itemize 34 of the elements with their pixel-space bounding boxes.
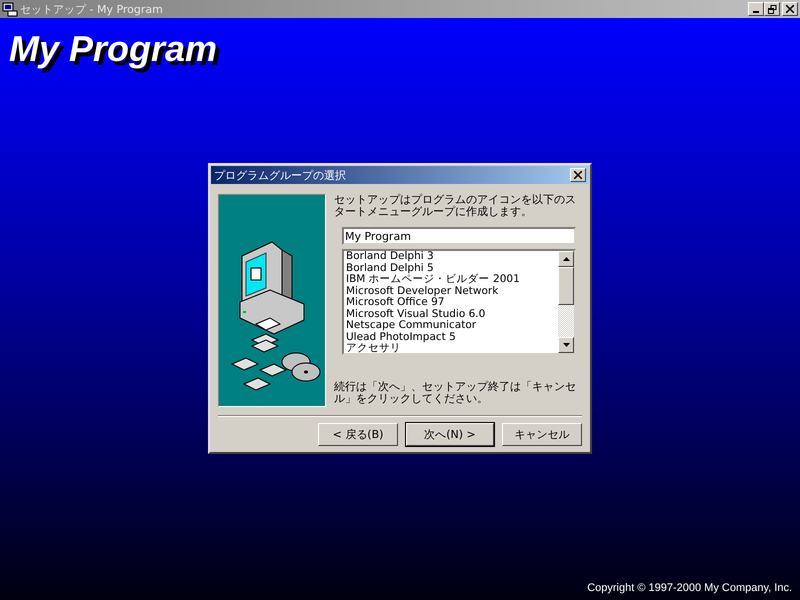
dialog-button[interactable]: < 戻る(B): [318, 423, 398, 446]
scroll-up-button[interactable]: [558, 251, 574, 267]
dialog-button[interactable]: 次へ(N) >: [406, 423, 494, 446]
restore-icon: [768, 4, 776, 14]
list-item[interactable]: Netscape Communicator: [346, 320, 558, 332]
computer-setup-icon: [2, 1, 18, 17]
scroll-down-button[interactable]: [558, 337, 574, 353]
down-arrow-icon: [562, 343, 570, 347]
list-item[interactable]: Ulead PhotoImpact 5: [346, 332, 558, 343]
program-title: My Program: [9, 28, 218, 70]
program-group-list[interactable]: Borland Delphi 3 Borland Delphi 5 IBM ホームページ・ビルダー 2001 Microsoft Developer Network Microsoft Office 97 Microsoft Visual Studio 6.0 Netscape Communicator Ulead PhotoImpact 5 アクセサリ: [342, 249, 576, 355]
minimize-button[interactable]: [748, 2, 764, 16]
description-text: セットアップはプログラムのアイコンを以下のスタートメニューグループに作成します。: [334, 194, 577, 218]
list-item[interactable]: アクセサリ: [346, 343, 558, 353]
dialog-title: プログラムグループの選択: [214, 168, 346, 182]
list-item[interactable]: Borland Delphi 3: [346, 251, 558, 262]
group-name-field[interactable]: My Program: [342, 227, 576, 245]
list-item[interactable]: IBM ホームページ・ビルダー 2001: [346, 274, 558, 286]
list-item[interactable]: Microsoft Office 97: [346, 297, 558, 308]
copyright-text: Copyright © 1997-2000 My Company, Inc.: [587, 582, 792, 594]
list-item[interactable]: Microsoft Developer Network: [346, 286, 558, 297]
window-title: セットアップ - My Program: [20, 2, 163, 16]
list-item[interactable]: Borland Delphi 5: [346, 262, 558, 274]
scroll-thumb[interactable]: [558, 267, 574, 305]
restore-button[interactable]: [764, 2, 780, 16]
dialog-button[interactable]: キャンセル: [502, 423, 582, 446]
scrollbar[interactable]: [558, 251, 574, 353]
up-arrow-icon: [562, 257, 570, 261]
close-icon: [574, 171, 582, 179]
list-item[interactable]: Microsoft Visual Studio 6.0: [346, 308, 558, 320]
close-icon: [786, 5, 794, 13]
instruction-text: 続行は「次へ」、セットアップ終了は「キャンセル」をクリックしてください。: [334, 381, 577, 405]
close-button[interactable]: [570, 168, 586, 182]
close-button[interactable]: [782, 2, 798, 16]
